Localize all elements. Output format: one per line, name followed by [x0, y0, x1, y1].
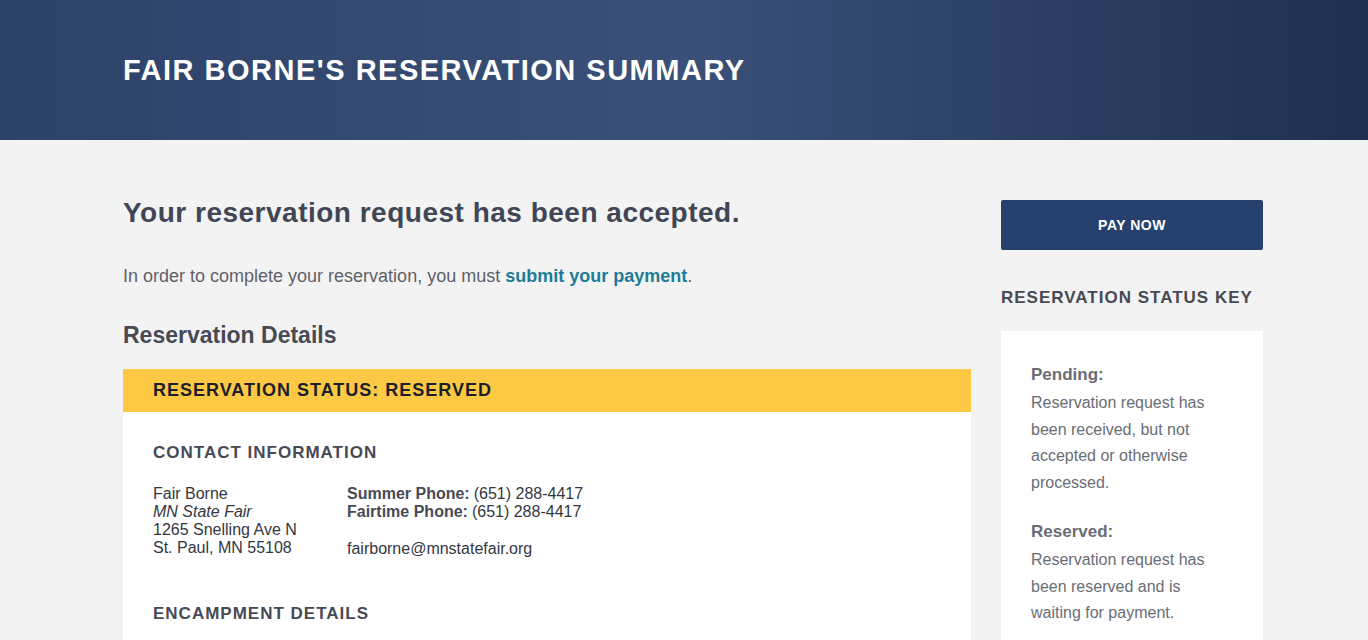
contact-email: fairborne@mnstatefair.org — [347, 540, 583, 558]
phone-value: (651) 288-4417 — [474, 485, 583, 503]
address-line: St. Paul, MN 55108 — [153, 539, 347, 557]
status-description: Reservation request has been received, b… — [1031, 390, 1233, 496]
address-line: Fair Borne — [153, 485, 347, 503]
encampment-title: ENCAMPMENT DETAILS — [153, 603, 941, 625]
phone-label: Summer Phone: — [347, 485, 470, 503]
status-term: Pending: — [1031, 364, 1233, 386]
phone-row: Summer Phone:(651) 288-4417 — [347, 485, 583, 503]
pay-now-button[interactable]: PAY NOW — [1001, 200, 1263, 250]
phone-row: Fairtime Phone:(651) 288-4417 — [347, 503, 583, 521]
sidebar: PAY NOW RESERVATION STATUS KEY Pending: R… — [1001, 196, 1263, 640]
status-key: Pending: Reservation request has been rec… — [1001, 331, 1263, 640]
payment-link[interactable]: submit your payment — [505, 266, 687, 286]
page-banner: FAIR BORNE'S RESERVATION SUMMARY — [0, 0, 1368, 140]
status-description: Reservation request has been reserved an… — [1031, 547, 1233, 627]
details-card: CONTACT INFORMATION Fair BorneMN State F… — [123, 412, 971, 640]
status-key-item: Pending: Reservation request has been rec… — [1031, 364, 1233, 496]
address-line: MN State Fair — [153, 503, 347, 521]
contact-phones: Summer Phone:(651) 288-4417Fairtime Phon… — [347, 485, 583, 558]
main-content: Your reservation request has been accept… — [123, 196, 971, 640]
contact-title: CONTACT INFORMATION — [153, 442, 941, 464]
status-key-item: Reserved: Reservation request has been re… — [1031, 521, 1233, 627]
confirmation-heading: Your reservation request has been accept… — [123, 196, 971, 230]
contact-address: Fair BorneMN State Fair1265 Snelling Ave… — [153, 485, 347, 558]
section-title: Reservation Details — [123, 321, 971, 349]
phone-value: (651) 288-4417 — [472, 503, 581, 521]
address-line: 1265 Snelling Ave N — [153, 521, 347, 539]
status-bar: RESERVATION STATUS: RESERVED — [123, 369, 971, 412]
status-key-title: RESERVATION STATUS KEY — [1001, 287, 1263, 309]
status-term: Reserved: — [1031, 521, 1233, 543]
intro-text: In order to complete your reservation, y… — [123, 263, 971, 290]
phone-label: Fairtime Phone: — [347, 503, 468, 521]
page-title: FAIR BORNE'S RESERVATION SUMMARY — [123, 52, 746, 88]
